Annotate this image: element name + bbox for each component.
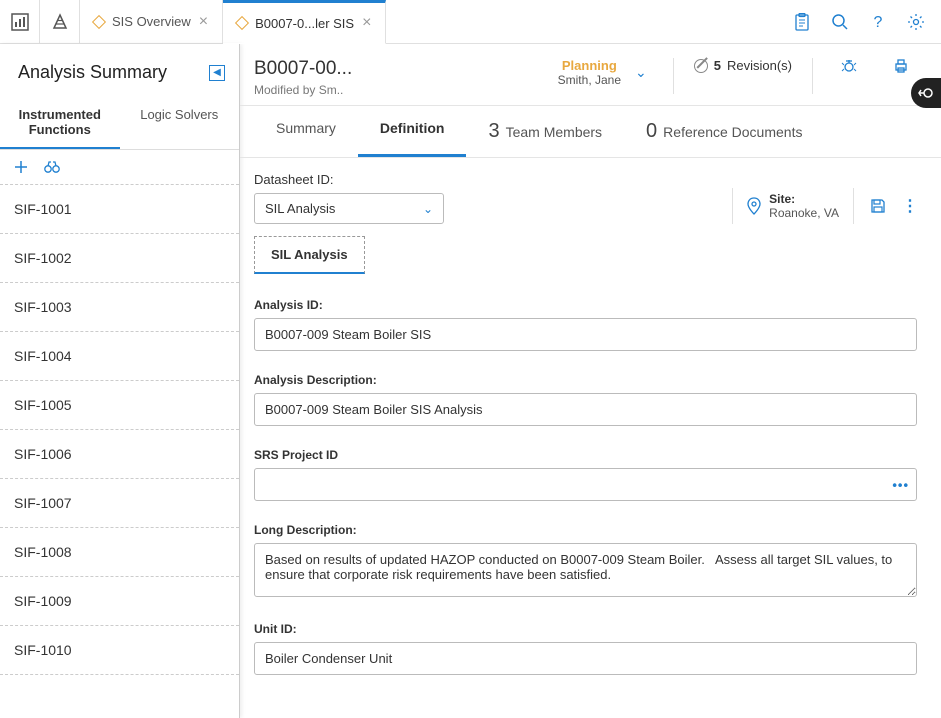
topbar: SIS Overview × B0007-0...ler SIS × ?: [0, 0, 941, 44]
analysis-id-label: Analysis ID:: [254, 298, 917, 312]
list-item[interactable]: SIF-1009: [0, 577, 239, 626]
form-group-long-desc: Long Description:: [254, 523, 917, 600]
more-icon[interactable]: ⋮: [902, 196, 917, 216]
tab-boiler-sis[interactable]: B0007-0...ler SIS ×: [223, 0, 386, 44]
form-group-analysis-id: Analysis ID:: [254, 298, 917, 351]
close-icon[interactable]: ×: [199, 13, 208, 31]
help-icon[interactable]: ?: [861, 5, 895, 39]
revisions-label: Revision(s): [727, 58, 792, 73]
divider: [812, 58, 813, 94]
form-group-srs: SRS Project ID •••: [254, 448, 917, 501]
close-icon[interactable]: ×: [362, 14, 371, 32]
status-name: Smith, Jane: [558, 73, 621, 87]
location-pin-icon: [747, 197, 761, 215]
tab-definition[interactable]: Definition: [358, 106, 467, 157]
revision-icon: [694, 59, 708, 73]
sidebar-tab-logic[interactable]: Logic Solvers: [120, 97, 240, 149]
divider: [673, 58, 674, 94]
long-desc-label: Long Description:: [254, 523, 917, 537]
revisions-button[interactable]: 5 Revision(s): [694, 58, 792, 73]
datasheet-row: Datasheet ID: SIL Analysis ⌄ Site: Roano…: [254, 172, 917, 224]
page-subtitle: Modified by Sm..: [254, 83, 434, 97]
site-label: Site:: [769, 192, 839, 206]
sidebar-list: SIF-1001 SIF-1002 SIF-1003 SIF-1004 SIF-…: [0, 185, 239, 718]
list-item[interactable]: SIF-1002: [0, 234, 239, 283]
sidebar-title: Analysis Summary: [18, 62, 167, 83]
list-item[interactable]: SIF-1010: [0, 626, 239, 675]
collapse-sidebar-icon[interactable]: ◀: [209, 65, 225, 81]
content-header: B0007-00... Modified by Sm.. Planning Sm…: [240, 44, 941, 106]
print-icon[interactable]: [885, 58, 917, 74]
list-item[interactable]: SIF-1008: [0, 528, 239, 577]
datasheet-select[interactable]: SIL Analysis ⌄: [254, 193, 444, 224]
lookup-icon[interactable]: •••: [892, 477, 909, 492]
page-title: B0007-00...: [254, 58, 434, 80]
search-icon[interactable]: [823, 5, 857, 39]
long-desc-textarea[interactable]: [254, 543, 917, 597]
tab-label: SIS Overview: [112, 14, 191, 29]
add-icon[interactable]: [14, 160, 28, 174]
team-label: Team Members: [506, 124, 602, 140]
srs-input[interactable]: [254, 468, 917, 501]
tab-summary[interactable]: Summary: [254, 106, 358, 157]
datasheet-value: SIL Analysis: [265, 201, 335, 216]
list-item[interactable]: SIF-1007: [0, 479, 239, 528]
nav-hierarchy-icon[interactable]: [40, 0, 80, 43]
analysis-desc-label: Analysis Description:: [254, 373, 917, 387]
site-block: Site: Roanoke, VA: [732, 188, 854, 224]
sidebar-header: Analysis Summary ◀: [0, 44, 239, 97]
form-group-analysis-desc: Analysis Description:: [254, 373, 917, 426]
form-group-unit-id: Unit ID:: [254, 622, 917, 675]
unit-id-input[interactable]: [254, 642, 917, 675]
content-tabs: Summary Definition 3 Team Members 0 Refe…: [240, 106, 941, 158]
status-block[interactable]: Planning Smith, Jane ⌄: [558, 58, 653, 87]
save-icon[interactable]: [870, 198, 886, 214]
chevron-down-icon: ⌄: [423, 202, 433, 216]
chevron-down-icon[interactable]: ⌄: [629, 64, 653, 81]
tab-sis-overview[interactable]: SIS Overview ×: [80, 0, 223, 43]
list-item[interactable]: SIF-1001: [0, 185, 239, 234]
sub-tab-sil-analysis[interactable]: SIL Analysis: [254, 236, 365, 274]
nav-analytics-icon[interactable]: [0, 0, 40, 43]
datasheet-label: Datasheet ID:: [254, 172, 444, 187]
unit-id-label: Unit ID:: [254, 622, 917, 636]
main: Analysis Summary ◀ Instrumented Function…: [0, 44, 941, 718]
diamond-icon: [235, 16, 249, 30]
float-badge-icon[interactable]: [911, 78, 941, 108]
analysis-id-input[interactable]: [254, 318, 917, 351]
topbar-actions: ?: [785, 0, 941, 43]
title-block: B0007-00... Modified by Sm..: [254, 58, 434, 97]
list-item[interactable]: SIF-1004: [0, 332, 239, 381]
team-count: 3: [488, 120, 499, 143]
topbar-tabs: SIS Overview × B0007-0...ler SIS ×: [80, 0, 785, 43]
sidebar-tabs: Instrumented Functions Logic Solvers: [0, 97, 239, 150]
list-item[interactable]: SIF-1005: [0, 381, 239, 430]
list-item[interactable]: SIF-1003: [0, 283, 239, 332]
sidebar: Analysis Summary ◀ Instrumented Function…: [0, 44, 240, 718]
ref-label: Reference Documents: [663, 124, 802, 140]
bug-icon[interactable]: [833, 58, 865, 74]
tab-reference-documents[interactable]: 0 Reference Documents: [624, 106, 824, 157]
content-body: Datasheet ID: SIL Analysis ⌄ Site: Roano…: [240, 158, 941, 718]
ref-count: 0: [646, 120, 657, 143]
revisions-count: 5: [714, 58, 721, 73]
site-value: Roanoke, VA: [769, 206, 839, 220]
svg-text:?: ?: [874, 14, 883, 31]
sidebar-toolbar: [0, 150, 239, 185]
diamond-icon: [92, 14, 106, 28]
analysis-desc-input[interactable]: [254, 393, 917, 426]
content: B0007-00... Modified by Sm.. Planning Sm…: [240, 44, 941, 718]
tab-team-members[interactable]: 3 Team Members: [466, 106, 624, 157]
srs-label: SRS Project ID: [254, 448, 917, 462]
gear-icon[interactable]: [899, 5, 933, 39]
clipboard-icon[interactable]: [785, 5, 819, 39]
tab-label: B0007-0...ler SIS: [255, 16, 354, 31]
list-item[interactable]: SIF-1006: [0, 430, 239, 479]
binoculars-icon[interactable]: [44, 160, 60, 174]
status-label: Planning: [558, 58, 621, 73]
sidebar-tab-instrumented[interactable]: Instrumented Functions: [0, 97, 120, 149]
